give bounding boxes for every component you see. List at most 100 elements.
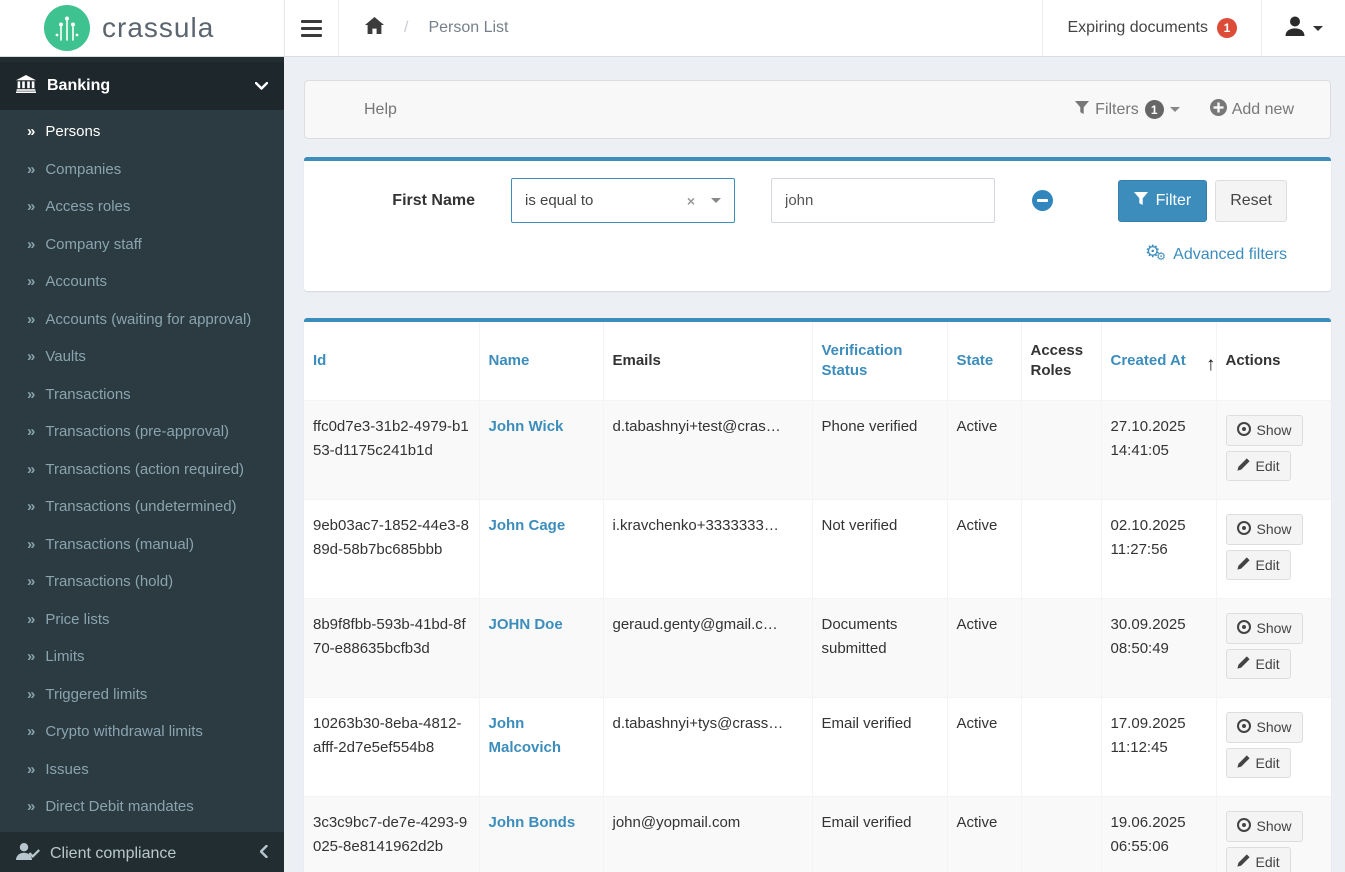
cell-state: Active (946, 598, 1021, 697)
cell-access-roles (1020, 400, 1101, 499)
pencil-icon (1236, 556, 1250, 573)
sidebar-item-label: Triggered limits (45, 685, 148, 703)
edit-button[interactable]: Edit (1225, 648, 1291, 679)
edit-button[interactable]: Edit (1225, 747, 1291, 778)
expiring-documents-link[interactable]: Expiring documents 1 (1042, 0, 1262, 56)
person-name-link[interactable]: John Bonds (489, 814, 576, 831)
sidebar-item-direct-debit-mandates[interactable]: Direct Debit mandates (0, 788, 284, 826)
brand-name: crassula (102, 12, 215, 43)
edit-button-label: Edit (1255, 457, 1280, 474)
angle-double-right-icon (27, 797, 34, 817)
cell-created-at: 17.09.2025 11:12:45 (1100, 697, 1216, 796)
add-new-button[interactable]: Add new (1209, 98, 1294, 121)
angle-double-right-icon (27, 535, 34, 555)
cell-name: John Malcovich (478, 697, 603, 796)
sidebar-item-label: Crypto withdrawal limits (45, 723, 203, 740)
cell-name: John Bonds (478, 796, 603, 872)
sidebar-item-transactions-manual[interactable]: Transactions (manual) (0, 526, 284, 564)
table-header-row: Id Name Emails Verification Status State… (304, 322, 1331, 401)
operator-select[interactable]: is equal to (511, 178, 735, 223)
sidebar-item-transactions-undetermined[interactable]: Transactions (undetermined) (0, 488, 284, 526)
operator-selected-value: is equal to (525, 192, 594, 209)
user-menu-button[interactable] (1262, 0, 1345, 56)
cell-access-roles (1020, 499, 1101, 598)
cell-name: John Cage (478, 499, 603, 598)
filter-field-label: First Name (392, 191, 475, 209)
clear-selection-icon[interactable] (687, 193, 695, 209)
sidebar-item-access-roles[interactable]: Access roles (0, 188, 284, 226)
angle-double-right-icon (27, 310, 34, 330)
edit-button[interactable]: Edit (1225, 549, 1291, 580)
person-name-link[interactable]: JOHN Doe (489, 616, 563, 633)
edit-button-label: Edit (1255, 655, 1280, 672)
sidebar-item-companies[interactable]: Companies (0, 151, 284, 189)
sidebar-item-vaults[interactable]: Vaults (0, 338, 284, 376)
page-title: Person List (428, 19, 509, 36)
sidebar-item-label: Transactions (manual) (45, 535, 195, 553)
cell-actions: Show Edit (1215, 598, 1331, 697)
top-navbar: crassula / Person List Expiring document… (0, 0, 1345, 57)
sidebar-item-transactions[interactable]: Transactions (0, 376, 284, 414)
brand-logo[interactable]: crassula (0, 0, 284, 56)
sidebar-item-label: Limits (45, 648, 85, 665)
sidebar-item-triggered-limits[interactable]: Triggered limits (0, 676, 284, 714)
sidebar-section-banking[interactable]: Banking (0, 62, 284, 110)
column-header-state[interactable]: State (946, 322, 1021, 401)
eye-icon (1236, 817, 1251, 835)
advanced-filters-label: Advanced filters (1173, 246, 1287, 263)
edit-button[interactable]: Edit (1225, 846, 1291, 872)
breadcrumb: / Person List (339, 0, 509, 56)
edit-button[interactable]: Edit (1225, 450, 1291, 481)
show-button[interactable]: Show (1225, 711, 1303, 743)
sidebar-item-persons[interactable]: Persons (0, 113, 284, 151)
sidebar-item-issues[interactable]: Issues (0, 751, 284, 789)
angle-double-right-icon (27, 610, 34, 630)
cell-created-at: 19.06.2025 06:55:06 (1100, 796, 1216, 872)
column-header-id[interactable]: Id (304, 322, 479, 401)
angle-double-right-icon (27, 347, 34, 367)
sidebar-item-transactions-pre-approval[interactable]: Transactions (pre-approval) (0, 413, 284, 451)
cell-emails: i.kravchenko+3333333… (602, 499, 812, 598)
filters-label: Filters (1095, 100, 1139, 118)
home-icon[interactable] (365, 17, 384, 39)
show-button[interactable]: Show (1225, 810, 1303, 842)
filter-funnel-icon (1133, 191, 1148, 210)
sidebar-section-client-compliance[interactable]: Client compliance (0, 831, 284, 872)
column-header-verification-status[interactable]: Verification Status (811, 322, 947, 401)
sidebar-item-accounts-waiting-for-approval[interactable]: Accounts (waiting for approval) (0, 301, 284, 339)
cell-state: Active (946, 400, 1021, 499)
person-name-link[interactable]: John Cage (489, 517, 566, 534)
show-button[interactable]: Show (1225, 414, 1303, 446)
sidebar-item-price-lists[interactable]: Price lists (0, 601, 284, 639)
show-button[interactable]: Show (1225, 513, 1303, 545)
show-button[interactable]: Show (1225, 612, 1303, 644)
column-header-name[interactable]: Name (478, 322, 603, 401)
advanced-filters-link[interactable]: Advanced filters (1145, 242, 1287, 265)
sidebar-item-transactions-hold[interactable]: Transactions (hold) (0, 563, 284, 601)
pencil-icon (1236, 853, 1250, 870)
sidebar-item-label: Accounts (45, 273, 108, 290)
reset-button[interactable]: Reset (1215, 179, 1287, 222)
sidebar-item-label: Company staff (45, 235, 142, 253)
angle-double-right-icon (27, 197, 34, 217)
filters-dropdown-button[interactable]: Filters 1 (1075, 100, 1180, 119)
sidebar-item-label: Transactions (action required) (45, 460, 245, 478)
sidebar-item-crypto-withdrawal-limits[interactable]: Crypto withdrawal limits (0, 713, 284, 751)
remove-filter-button[interactable] (1032, 190, 1053, 211)
filter-button[interactable]: Filter (1117, 179, 1208, 222)
edit-button-label: Edit (1255, 754, 1280, 771)
sidebar-item-company-staff[interactable]: Company staff (0, 226, 284, 264)
expiring-documents-badge: 1 (1217, 18, 1237, 38)
sidebar-item-accounts[interactable]: Accounts (0, 263, 284, 301)
person-name-link[interactable]: John Wick (489, 418, 564, 435)
person-name-link[interactable]: John Malcovich (489, 715, 562, 756)
caret-down-icon (1169, 107, 1180, 112)
pencil-icon (1236, 457, 1250, 474)
help-link[interactable]: Help (364, 101, 397, 119)
filter-value-input[interactable] (771, 178, 995, 223)
sidebar-item-transactions-action-required[interactable]: Transactions (action required) (0, 451, 284, 489)
column-header-created-at[interactable]: Created At (1100, 322, 1216, 401)
sidebar-item-limits[interactable]: Limits (0, 638, 284, 676)
filter-funnel-icon (1075, 100, 1090, 119)
sidebar-toggle-button[interactable] (285, 0, 339, 56)
